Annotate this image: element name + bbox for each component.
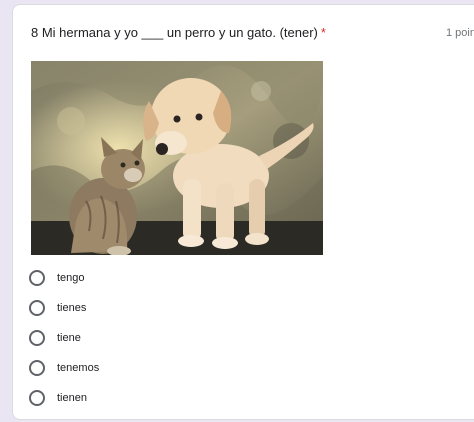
question-card: 8 Mi hermana y yo ___ un perro y un gato…: [12, 4, 474, 420]
radio-button[interactable]: [29, 330, 45, 346]
option-label: tienes: [57, 302, 87, 314]
puppy-and-kitten-image: [31, 61, 323, 255]
option-tenemos[interactable]: tenemos: [29, 353, 99, 383]
window-edge: [0, 0, 474, 3]
option-label: tiene: [57, 332, 81, 344]
radio-button[interactable]: [29, 360, 45, 376]
question-title: 8 Mi hermana y yo ___ un perro y un gato…: [31, 25, 326, 40]
radio-button[interactable]: [29, 270, 45, 286]
radio-button[interactable]: [29, 390, 45, 406]
option-label: tenemos: [57, 362, 100, 374]
option-tengo[interactable]: tengo: [29, 263, 99, 293]
option-label: tengo: [57, 272, 85, 284]
radio-button[interactable]: [29, 300, 45, 316]
option-tienes[interactable]: tienes: [29, 293, 99, 323]
question-text: 8 Mi hermana y yo ___ un perro y un gato…: [31, 25, 318, 40]
option-label: tienen: [57, 392, 87, 404]
question-image: [31, 61, 323, 255]
points-label: 1 point: [446, 27, 474, 39]
option-tienen[interactable]: tienen: [29, 383, 99, 413]
required-asterisk: *: [320, 25, 326, 40]
option-tiene[interactable]: tiene: [29, 323, 99, 353]
options-list: tengo tienes tiene tenemos tienen: [29, 263, 99, 413]
